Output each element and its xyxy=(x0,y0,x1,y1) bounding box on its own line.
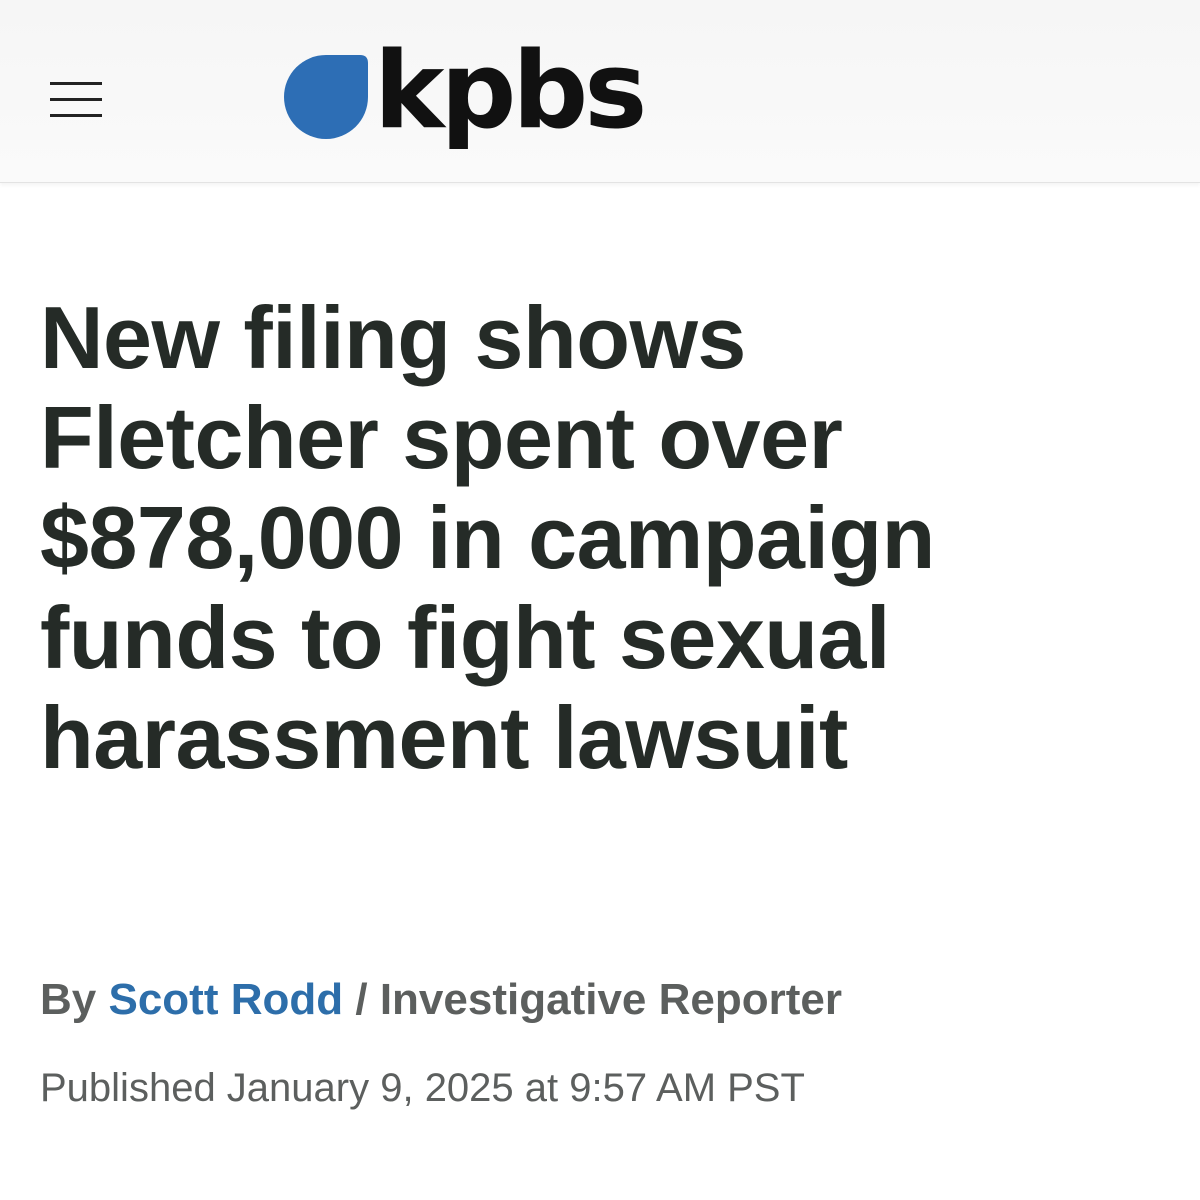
kpbs-logo[interactable]: kpbs xyxy=(284,38,647,152)
headline-line: harassment lawsuit xyxy=(40,688,848,787)
headline-line: $878,000 in campaign xyxy=(40,488,935,587)
byline: By Scott Rodd / Investigative Reporter xyxy=(40,972,842,1028)
byline-separator: / xyxy=(355,975,368,1024)
logo-mark-icon xyxy=(284,55,368,139)
published-date: Published January 9, 2025 at 9:57 AM PST xyxy=(40,1066,805,1110)
logo-text: kpbs xyxy=(374,29,647,152)
author-link[interactable]: Scott Rodd xyxy=(108,975,343,1024)
headline-line: funds to fight sexual xyxy=(40,588,890,687)
article-headline: New filing shows Fletcher spent over $87… xyxy=(40,288,1190,788)
site-header: kpbs xyxy=(0,0,1200,183)
headline-line: New filing shows xyxy=(40,288,746,387)
headline-line: Fletcher spent over xyxy=(40,388,843,487)
author-role: Investigative Reporter xyxy=(379,975,842,1024)
byline-prefix: By xyxy=(40,975,97,1024)
hamburger-menu-icon[interactable] xyxy=(50,80,102,120)
